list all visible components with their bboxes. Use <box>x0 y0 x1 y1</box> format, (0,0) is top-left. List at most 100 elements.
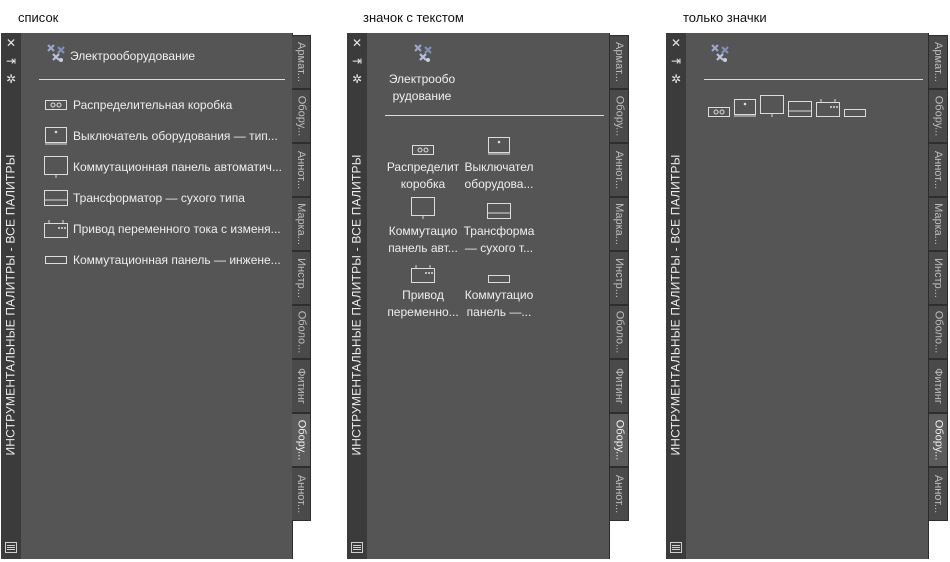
close-icon[interactable]: ✕ <box>666 36 686 50</box>
tab-armature[interactable]: Армат... <box>929 35 948 89</box>
group-divider <box>704 79 923 80</box>
switchboard-icon <box>43 156 69 178</box>
grid-item-label: Коммутацио <box>388 224 458 238</box>
tab-annotation-2[interactable]: Аннот... <box>929 467 948 521</box>
list-item-ac-drive[interactable]: Привод переменного тока с изменя... <box>21 216 291 242</box>
grid-item-transformer[interactable]: Трансформа — сухого т... <box>461 193 537 257</box>
list-item-switchboard[interactable]: Коммутационная панель автоматич... <box>21 154 291 180</box>
icons-row <box>708 95 866 117</box>
list-item-equipment-switch[interactable]: Выключатель оборудования — тип... <box>21 123 291 149</box>
tab-label: Марка... <box>932 203 944 245</box>
tab-annotation-1[interactable]: Аннот... <box>292 143 311 197</box>
tab-label: Армат... <box>932 42 945 82</box>
list-item-label: Коммутационная панель автоматич... <box>73 160 282 174</box>
tab-label: Обору... <box>932 419 945 461</box>
transformer-icon[interactable] <box>788 101 812 117</box>
tab-label: Обору... <box>295 419 308 461</box>
tab-annotation-2[interactable]: Аннот... <box>292 467 311 521</box>
grid-item-label: Трансформа <box>463 224 535 238</box>
palette-titlebar[interactable]: ✕ ⇥ ✲ ИНСТРУМЕНТАЛЬНЫЕ ПАЛИТРЫ - ВСЕ ПАЛ… <box>666 33 686 559</box>
group-label-line2: рудование <box>392 89 452 103</box>
grid-item-panel[interactable]: Коммутацио панель —... <box>461 257 537 321</box>
tab-label: Обору... <box>295 95 308 137</box>
auto-hide-icon[interactable]: ⇥ <box>666 54 686 68</box>
grid-item-junction-box[interactable]: Распределит коробка <box>385 129 461 193</box>
tab-label: Аннот... <box>932 474 945 514</box>
tab-equipment-2[interactable]: Обору... <box>929 413 948 467</box>
list-item-panel[interactable]: Коммутационная панель — инжене... <box>21 247 291 273</box>
grid-item-label: Коммутацио <box>464 288 534 302</box>
list-item-junction-box[interactable]: Распределительная коробка <box>21 92 291 118</box>
equipment-switch-icon <box>461 129 537 155</box>
list-item-label: Привод переменного тока с изменя... <box>73 222 281 236</box>
tab-shells[interactable]: Оболо... <box>929 305 948 359</box>
tab-label: Обору... <box>613 95 626 137</box>
ac-drive-icon <box>385 257 461 283</box>
tab-label: Аннот... <box>295 474 308 514</box>
palette-menu-icon[interactable] <box>351 542 363 553</box>
palette-title: ИНСТРУМЕНТАЛЬНЫЕ ПАЛИТРЫ - ВСЕ ПАЛИТРЫ <box>350 154 365 456</box>
group-label[interactable]: Электрооборудование <box>70 49 195 63</box>
close-icon[interactable]: ✕ <box>347 36 367 50</box>
grid-item-label: Привод <box>402 288 444 302</box>
tab-label: Обору... <box>613 419 626 461</box>
tab-tools[interactable]: Инстр... <box>929 251 948 305</box>
tab-annotation-2[interactable]: Аннот... <box>610 467 629 521</box>
tab-tools[interactable]: Инстр... <box>292 251 311 305</box>
auto-hide-icon[interactable]: ⇥ <box>347 54 367 68</box>
palette-titlebar[interactable]: ✕ ⇥ ✲ ИНСТРУМЕНТАЛЬНЫЕ ПАЛИТРЫ - ВСЕ ПАЛ… <box>1 33 21 559</box>
electrical-equipment-group-icon[interactable] <box>709 43 731 65</box>
group-label[interactable]: Электрообо рудование <box>385 71 459 105</box>
tab-label: Оболо... <box>932 310 944 354</box>
tab-shells[interactable]: Оболо... <box>610 305 629 359</box>
tab-tools[interactable]: Инстр... <box>610 251 629 305</box>
tab-label: Аннот... <box>932 150 945 190</box>
tab-shells[interactable]: Оболо... <box>292 305 311 359</box>
grid-item-ac-drive[interactable]: Привод переменно... <box>385 257 461 321</box>
auto-hide-icon[interactable]: ⇥ <box>1 54 21 68</box>
tab-annotation-1[interactable]: Аннот... <box>929 143 948 197</box>
tab-equipment-2[interactable]: Обору... <box>292 413 311 467</box>
close-icon[interactable]: ✕ <box>1 36 21 50</box>
tab-marking[interactable]: Марка... <box>929 197 948 251</box>
panel-icon <box>43 249 69 271</box>
list-item-label: Выключатель оборудования — тип... <box>73 129 278 143</box>
tab-label: Аннот... <box>613 150 626 190</box>
tab-label: Аннот... <box>295 150 308 190</box>
palette-menu-icon[interactable] <box>670 542 682 553</box>
grid-item-label: переменно... <box>387 305 459 319</box>
grid-item-switchboard[interactable]: Коммутацио панель авт... <box>385 193 461 257</box>
tab-label: Фитинг <box>613 368 625 404</box>
tab-equipment-1[interactable]: Обору... <box>292 89 311 143</box>
transformer-icon <box>43 187 69 209</box>
panel-icon[interactable] <box>844 109 866 117</box>
junction-box-icon[interactable] <box>708 107 730 117</box>
grid-item-label: оборудова... <box>464 177 534 191</box>
switchboard-icon[interactable] <box>760 95 784 117</box>
grid-item-label: коробка <box>400 177 446 191</box>
tab-fittings[interactable]: Фитинг <box>610 359 629 413</box>
grid-item-label: панель авт... <box>388 241 458 255</box>
tab-annotation-1[interactable]: Аннот... <box>610 143 629 197</box>
tab-equipment-2[interactable]: Обору... <box>610 413 629 467</box>
tab-armature[interactable]: Армат... <box>292 35 311 89</box>
tab-fittings[interactable]: Фитинг <box>292 359 311 413</box>
tab-equipment-1[interactable]: Обору... <box>929 89 948 143</box>
junction-box-icon <box>43 94 69 116</box>
tab-label: Оболо... <box>613 310 625 354</box>
tab-label: Фитинг <box>932 368 944 404</box>
ac-drive-icon[interactable] <box>816 99 840 117</box>
list-item-label: Коммутационная панель — инжене... <box>73 253 281 267</box>
equipment-switch-icon[interactable] <box>734 99 756 117</box>
palette-titlebar[interactable]: ✕ ⇥ ✲ ИНСТРУМЕНТАЛЬНЫЕ ПАЛИТРЫ - ВСЕ ПАЛ… <box>347 33 367 559</box>
grid-item-equipment-switch[interactable]: Выключател оборудова... <box>461 129 537 193</box>
tab-armature[interactable]: Армат... <box>610 35 629 89</box>
palette-menu-icon[interactable] <box>5 542 17 553</box>
list-item-transformer[interactable]: Трансформатор — сухого типа <box>21 185 291 211</box>
tab-equipment-1[interactable]: Обору... <box>610 89 629 143</box>
caption-list-view: список <box>18 10 59 25</box>
tab-fittings[interactable]: Фитинг <box>929 359 948 413</box>
tab-marking[interactable]: Марка... <box>292 197 311 251</box>
tab-marking[interactable]: Марка... <box>610 197 629 251</box>
tool-palette-list-view: ✕ ⇥ ✲ ИНСТРУМЕНТАЛЬНЫЕ ПАЛИТРЫ - ВСЕ ПАЛ… <box>1 33 313 559</box>
